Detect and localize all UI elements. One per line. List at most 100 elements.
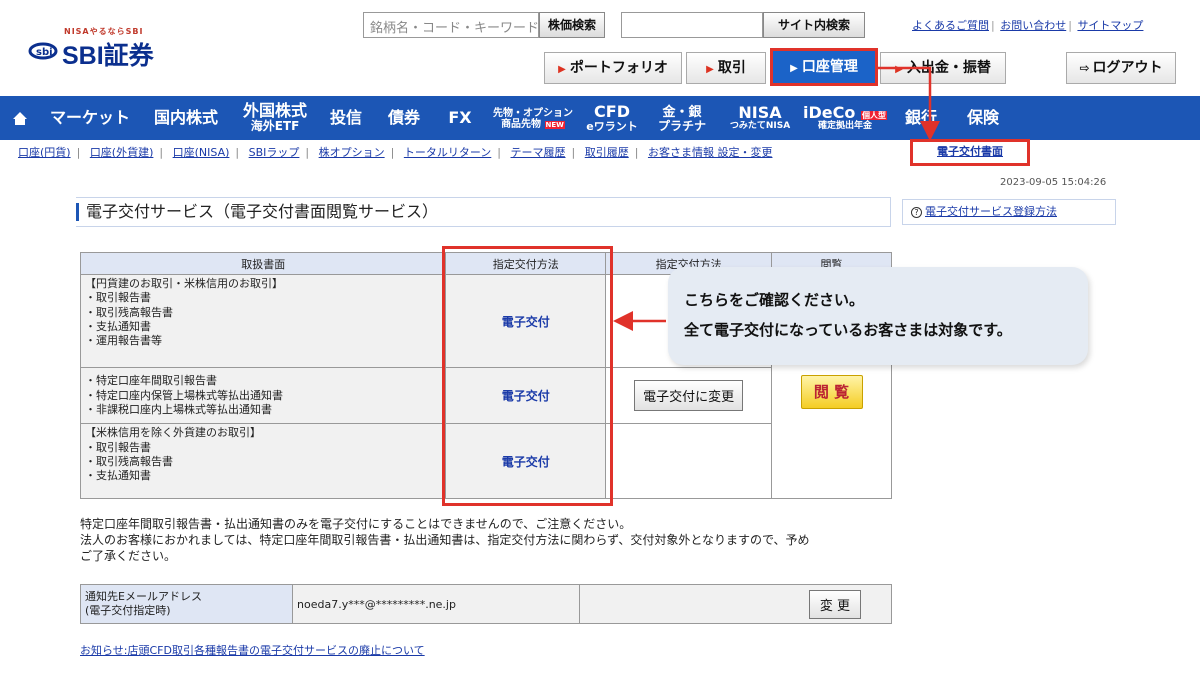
callout-bubble: こちらをご確認ください。 全て電子交付になっているお客さまは対象です。 <box>668 267 1088 365</box>
ideco-badge: 個人型 <box>860 110 887 120</box>
nav-foreign-stock-sub: 海外ETF <box>250 119 300 134</box>
subnav-account-nisa[interactable]: 口座(NISA) <box>173 146 230 159</box>
subnav-theme-history[interactable]: テーマ履歴 <box>511 146 566 159</box>
doc-item: ・支払通知書 <box>85 320 151 334</box>
site-search-input[interactable] <box>621 12 763 38</box>
triangle-icon: ▶ <box>558 64 566 75</box>
trade-label: 取引 <box>717 60 746 76</box>
triangle-icon: ▶ <box>790 63 798 74</box>
subnav-electronic-documents[interactable]: 電子交付書面 <box>910 139 1030 166</box>
nav-ideco[interactable]: iDeCo 個人型 確定拠出年金 <box>800 102 890 131</box>
nav-gold[interactable]: 金・銀 プラチナ <box>644 103 720 132</box>
account-management-label: 口座管理 <box>801 59 858 75</box>
triangle-icon: ▶ <box>895 64 903 75</box>
subnav-customer-info[interactable]: お客さま情報 設定・変更 <box>648 146 773 159</box>
nav-market[interactable]: マーケット <box>40 109 140 127</box>
logout-label: ログアウト <box>1092 60 1163 76</box>
doc-item: ・取引残高報告書 <box>85 454 173 468</box>
email-label-line: (電子交付指定時) <box>85 604 171 617</box>
subnav-stock-option[interactable]: 株オプション <box>319 146 385 159</box>
sitemap-link[interactable]: サイトマップ <box>1077 19 1143 32</box>
subnav-account-jpy[interactable]: 口座(円貨) <box>18 146 71 159</box>
contact-link[interactable]: お問い合わせ <box>1000 19 1066 32</box>
sbi-swoosh-icon: sbi <box>28 42 58 60</box>
doc-item: ・特定口座内保管上場株式等払出通知書 <box>85 388 283 402</box>
nav-futures-sub: 商品先物 NEW <box>501 118 565 130</box>
subnav-sbi-wrap[interactable]: SBIラップ <box>249 146 300 159</box>
method-change-cell <box>605 423 773 499</box>
doc-list: 【円貨建のお取引・米株信用のお取引】 ・取引報告書 ・取引残高報告書 ・支払通知… <box>79 274 447 368</box>
email-value: noeda7.y***@*********.ne.jp <box>292 584 580 624</box>
subnav-account-foreign[interactable]: 口座(外貨建) <box>90 146 154 159</box>
subnav-electronic-documents-label: 電子交付書面 <box>937 145 1003 158</box>
stock-search-input[interactable]: 銘柄名・コード・キーワード <box>363 12 539 38</box>
site-search-button[interactable]: サイト内検索 <box>763 12 865 38</box>
account-management-button[interactable]: ▶ 口座管理 <box>770 48 878 86</box>
logout-button[interactable]: ⇨ ログアウト <box>1066 52 1176 84</box>
nav-ideco-label: iDeCo <box>803 102 856 122</box>
email-label-line: 通知先Eメールアドレス <box>85 589 202 603</box>
doc-item: ・取引報告書 <box>85 440 151 454</box>
note-line: 法人のお客様におかれましては、特定口座年間取引報告書・払出通知書は、指定交付方法… <box>80 533 810 547</box>
notice-link-label: お知らせ:店頭CFD取引各種報告書の電子交付サービスの廃止について <box>80 644 425 657</box>
sub-nav: 口座(円貨) | 口座(外貨建) | 口座(NISA) | SBIラップ | 株オプショ… <box>18 146 773 159</box>
nav-foreign-stock-label: 外国株式 <box>242 101 307 121</box>
deposit-transfer-button[interactable]: ▶ 入出金・振替 <box>880 52 1006 84</box>
doc-list: 【米株信用を除く外貨建のお取引】 ・取引報告書 ・取引残高報告書 ・支払通知書 <box>79 423 447 499</box>
nav-futures-label: 先物・オプション <box>493 107 573 119</box>
help-link[interactable]: ? 電子交付サービス登録方法 <box>902 199 1116 225</box>
doc-item: ・運用報告書等 <box>85 334 162 348</box>
email-label: 通知先Eメールアドレス (電子交付指定時) <box>80 584 293 624</box>
email-change-cell: 変 更 <box>579 584 892 624</box>
nav-ideco-sub: 確定拠出年金 <box>817 120 872 131</box>
global-nav: マーケット 国内株式 外国株式 海外ETF 投信 債券 FX 先物・オプション 商品… <box>0 96 1200 140</box>
triangle-icon: ▶ <box>706 64 714 75</box>
doc-item: ・取引報告書 <box>85 291 151 305</box>
logout-icon: ⇨ <box>1079 61 1090 75</box>
nav-futures[interactable]: 先物・オプション 商品先物 NEW <box>486 106 580 130</box>
nav-nisa-sub: つみたてNISA <box>729 120 791 131</box>
nav-cfd-sub: eワラント <box>586 119 638 133</box>
deposit-transfer-label: 入出金・振替 <box>906 60 991 76</box>
method-change-cell: 電子交付に変更 <box>605 366 773 425</box>
nav-insurance[interactable]: 保険 <box>952 109 1014 127</box>
change-to-electronic-button[interactable]: 電子交付に変更 <box>634 380 744 412</box>
view-button[interactable]: 閲 覧 <box>800 375 863 410</box>
doc-item: 【円貨建のお取引・米株信用のお取引】 <box>85 277 283 291</box>
portfolio-label: ポートフォリオ <box>569 60 668 76</box>
help-circle-icon: ? <box>911 206 922 218</box>
nav-cfd[interactable]: CFD eワラント <box>580 101 644 133</box>
nav-nisa-label: NISA <box>738 102 782 122</box>
nav-foreign-stock[interactable]: 外国株式 海外ETF <box>232 101 318 134</box>
top-links: よくあるご質問 | お問い合わせ | サイトマップ <box>912 19 1144 32</box>
method-highlight-box <box>442 246 613 506</box>
callout-line-1: こちらをご確認ください。 <box>684 291 865 309</box>
new-badge: NEW <box>544 120 565 129</box>
subnav-trade-history[interactable]: 取引履歴 <box>585 146 629 159</box>
nav-bond[interactable]: 債券 <box>374 109 434 127</box>
stock-search-button[interactable]: 株価検索 <box>539 12 605 38</box>
header-documents: 取扱書面 <box>79 251 447 276</box>
portfolio-button[interactable]: ▶ ポートフォリオ <box>544 52 682 84</box>
note-line: 特定口座年間取引報告書・払出通知書のみを電子交付にすることはできませんので、ご注… <box>80 517 632 531</box>
nav-nisa[interactable]: NISA つみたてNISA <box>720 102 800 131</box>
nav-bank[interactable]: 銀行 <box>890 109 952 127</box>
nav-cfd-label: CFD <box>594 101 630 121</box>
notice-link[interactable]: お知らせ:店頭CFD取引各種報告書の電子交付サービスの廃止について <box>80 642 425 658</box>
nav-fx[interactable]: FX <box>434 109 486 127</box>
nav-fund[interactable]: 投信 <box>318 109 374 127</box>
doc-item: ・支払通知書 <box>85 469 151 483</box>
trade-button[interactable]: ▶ 取引 <box>686 52 766 84</box>
home-icon[interactable] <box>0 111 40 126</box>
notes: 特定口座年間取引報告書・払出通知書のみを電子交付にすることはできませんので、ご注… <box>80 516 900 564</box>
doc-item: 【米株信用を除く外貨建のお取引】 <box>85 426 261 440</box>
page-title: 電子交付サービス（電子交付書面閲覧サービス） <box>76 197 891 227</box>
email-table: 通知先Eメールアドレス (電子交付指定時) noeda7.y***@******… <box>80 584 892 624</box>
subnav-total-return[interactable]: トータルリターン <box>404 146 491 159</box>
doc-list: ・特定口座年間取引報告書 ・特定口座内保管上場株式等払出通知書 ・非課税口座内上… <box>79 366 447 425</box>
email-change-button[interactable]: 変 更 <box>808 589 861 619</box>
callout-line-2: 全て電子交付になっているお客さまは対象です。 <box>684 321 1012 339</box>
faq-link[interactable]: よくあるご質問 <box>912 19 989 32</box>
timestamp: 2023-09-05 15:04:26 <box>1000 177 1107 188</box>
nav-domestic-stock[interactable]: 国内株式 <box>140 109 232 127</box>
